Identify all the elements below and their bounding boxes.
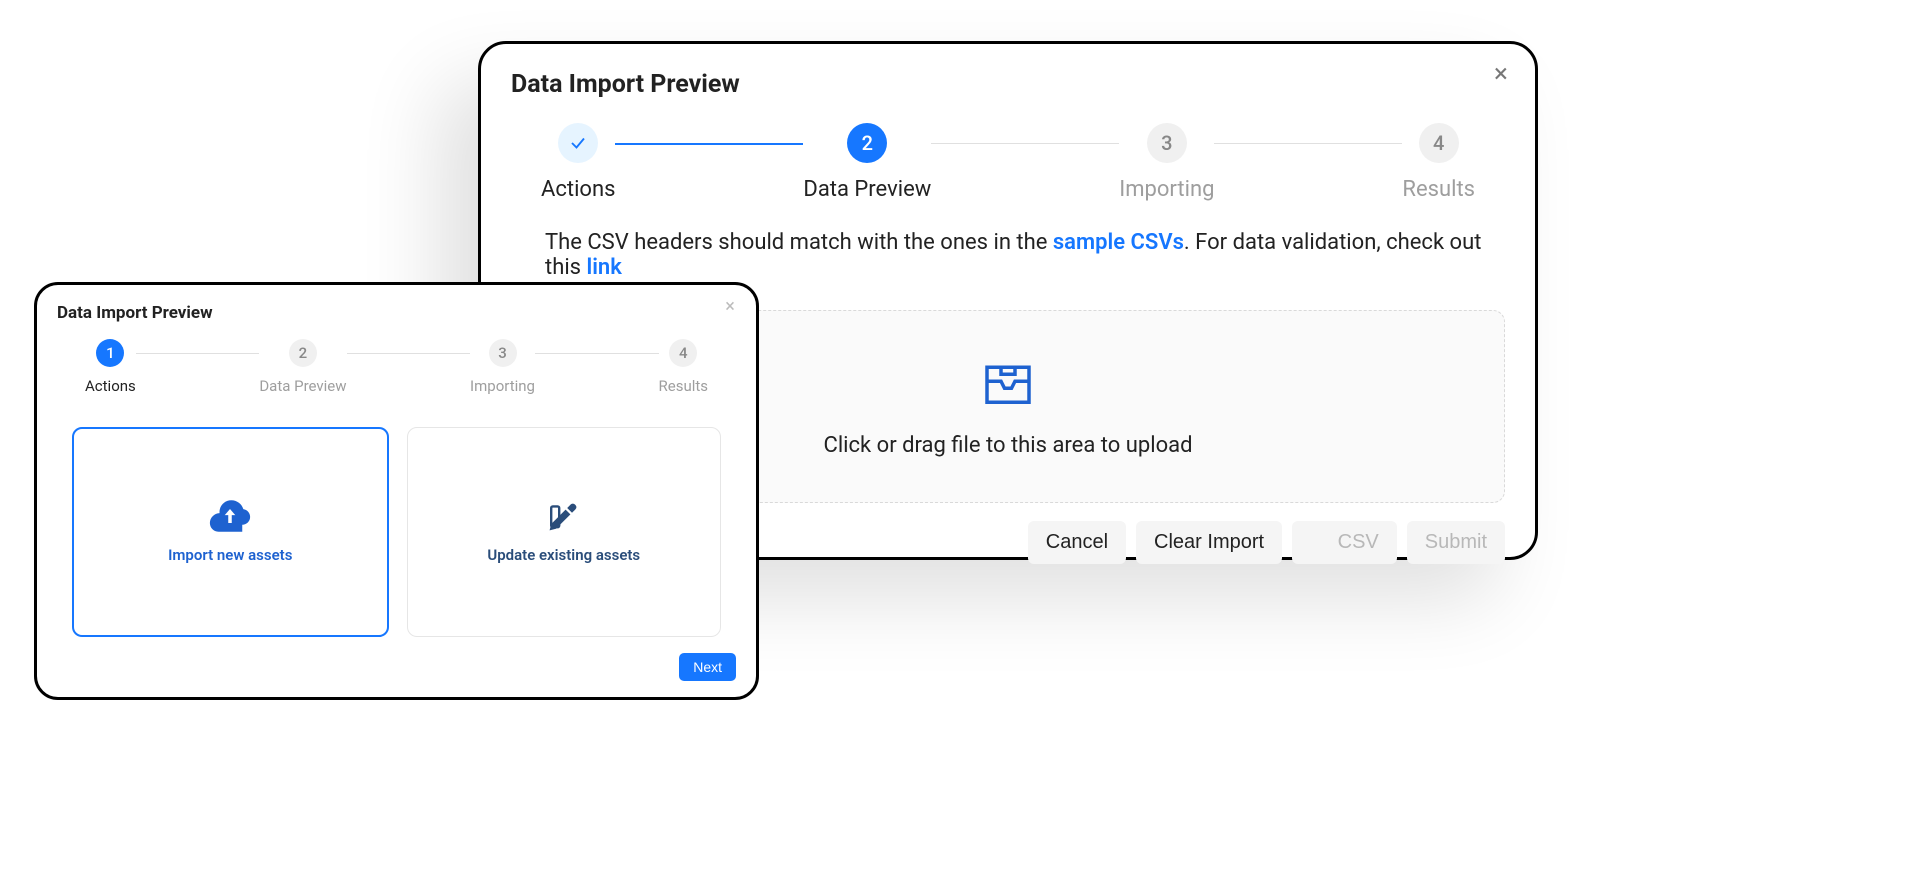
card-label: Update existing assets <box>487 546 640 564</box>
step-number: 4 <box>1419 123 1459 163</box>
step-data-preview: 2 Data Preview <box>259 339 346 395</box>
dialog-title: Data Import Preview <box>511 70 1505 99</box>
submit-button[interactable]: Submit <box>1407 521 1505 564</box>
step-results: 4 Results <box>1402 123 1475 202</box>
step-connector <box>136 353 260 354</box>
dialog-title: Data Import Preview <box>57 303 736 323</box>
step-number: 3 <box>1147 123 1187 163</box>
step-data-preview: 2 Data Preview <box>803 123 931 202</box>
cloud-upload-icon <box>209 500 251 536</box>
clear-import-button[interactable]: Clear Import <box>1136 521 1282 564</box>
step-results: 4 Results <box>659 339 709 395</box>
download-icon <box>1310 531 1338 553</box>
step-actions: Actions <box>541 123 615 202</box>
close-icon[interactable]: × <box>1489 62 1513 86</box>
step-number: 2 <box>289 339 317 367</box>
step-connector <box>615 143 803 145</box>
dialog-footer: Next <box>679 653 736 681</box>
import-preview-dialog-small: Data Import Preview × 1 Actions 2 Data P… <box>34 282 759 700</box>
inbox-icon <box>980 355 1036 415</box>
step-importing: 3 Importing <box>470 339 535 395</box>
step-connector <box>931 143 1119 144</box>
hint-text: The CSV headers should match with the on… <box>545 230 1053 255</box>
validation-link[interactable]: link <box>586 255 621 280</box>
step-label: Results <box>659 377 709 395</box>
step-number: 3 <box>489 339 517 367</box>
card-label: Import new assets <box>168 546 292 564</box>
step-label: Actions <box>85 377 136 395</box>
check-icon <box>558 123 598 163</box>
step-label: Results <box>1402 177 1475 202</box>
step-number: 1 <box>96 339 124 367</box>
action-cards: Import new assets Update existing assets <box>57 427 736 637</box>
step-label: Actions <box>541 177 615 202</box>
sample-csvs-link[interactable]: sample CSVs <box>1053 230 1184 255</box>
csv-hint: The CSV headers should match with the on… <box>545 230 1505 280</box>
step-label: Data Preview <box>803 177 931 202</box>
step-label: Importing <box>470 377 535 395</box>
wizard-stepper: 1 Actions 2 Data Preview 3 Importing 4 R… <box>57 339 736 395</box>
step-number: 2 <box>847 123 887 163</box>
step-connector <box>347 353 471 354</box>
step-connector <box>1214 143 1402 144</box>
step-label: Data Preview <box>259 377 346 395</box>
import-new-assets-card[interactable]: Import new assets <box>72 427 389 637</box>
cancel-button[interactable]: Cancel <box>1028 521 1126 564</box>
step-actions: 1 Actions <box>85 339 136 395</box>
wizard-stepper: Actions 2 Data Preview 3 Importing 4 Res… <box>511 123 1505 202</box>
edit-icon <box>543 500 585 536</box>
update-existing-assets-card[interactable]: Update existing assets <box>407 427 722 637</box>
step-connector <box>535 353 659 354</box>
step-label: Importing <box>1119 177 1214 202</box>
close-icon[interactable]: × <box>722 299 738 315</box>
dropzone-text: Click or drag file to this area to uploa… <box>824 433 1193 458</box>
next-button[interactable]: Next <box>679 653 736 681</box>
step-number: 4 <box>669 339 697 367</box>
step-importing: 3 Importing <box>1119 123 1214 202</box>
download-csv-button[interactable]: CSV <box>1292 521 1397 564</box>
csv-button-label: CSV <box>1338 531 1379 553</box>
